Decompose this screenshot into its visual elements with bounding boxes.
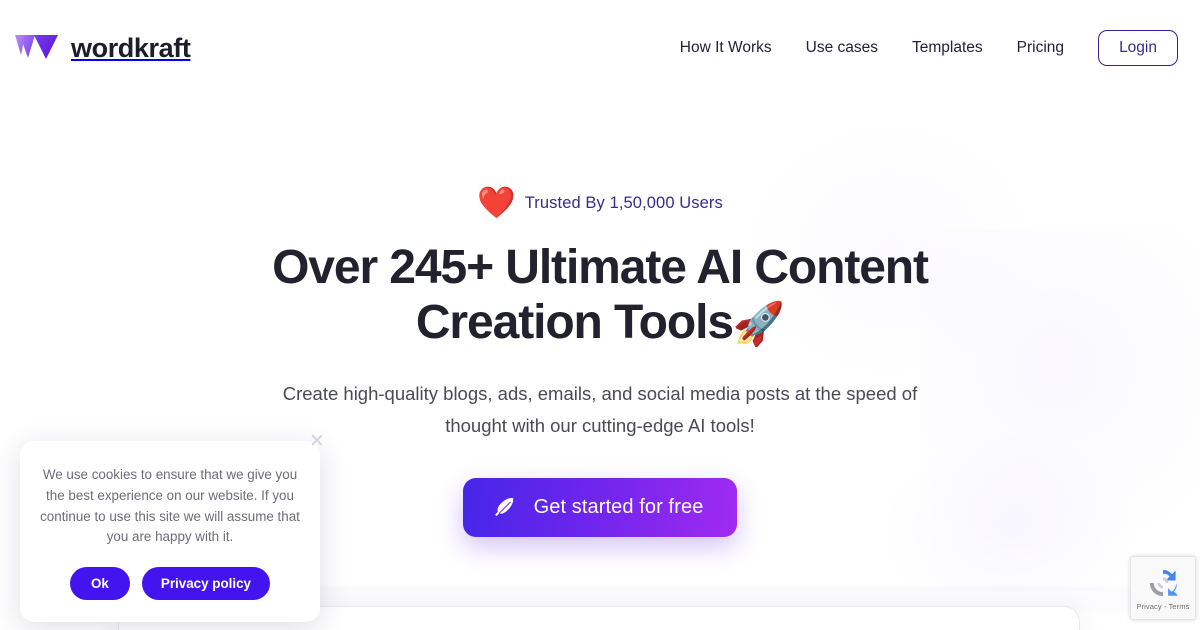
feather-icon — [493, 495, 518, 520]
headline-text: Over 245+ Ultimate AI Content Creation T… — [272, 241, 929, 349]
brand-logo-link[interactable]: wordkraft — [14, 32, 191, 64]
wordkraft-w-logo-icon — [14, 33, 60, 63]
close-icon[interactable]: ✕ — [304, 429, 330, 455]
nav-link-templates[interactable]: Templates — [912, 39, 983, 57]
nav-link-how-it-works[interactable]: How It Works — [680, 39, 772, 57]
brand-name: wordkraft — [71, 32, 191, 63]
nav-link-pricing[interactable]: Pricing — [1017, 39, 1064, 57]
login-button[interactable]: Login — [1098, 30, 1178, 66]
page-title: Over 245+ Ultimate AI Content Creation T… — [185, 241, 1015, 350]
heart-icon: ❤️ — [477, 185, 516, 220]
nav-link-use-cases[interactable]: Use cases — [806, 39, 878, 57]
trust-badge: ❤️ Trusted By 1,50,000 Users — [0, 185, 1200, 220]
cookie-message: We use cookies to ensure that we give yo… — [40, 467, 300, 545]
cookie-actions: Ok Privacy policy — [40, 567, 300, 601]
main-navigation: How It Works Use cases Templates Pricing… — [680, 30, 1178, 66]
get-started-button-label: Get started for free — [533, 496, 704, 519]
page-root: wordkraft How It Works Use cases Templat… — [0, 0, 1200, 630]
cookie-ok-button[interactable]: Ok — [70, 567, 130, 601]
recaptcha-label: Privacy - Terms — [1136, 601, 1190, 611]
recaptcha-badge[interactable]: Privacy - Terms — [1130, 556, 1196, 620]
trust-badge-label: Trusted By 1,50,000 Users — [524, 194, 723, 212]
recaptcha-logo-icon — [1146, 566, 1180, 600]
cookie-privacy-policy-button[interactable]: Privacy policy — [141, 567, 270, 601]
site-header: wordkraft How It Works Use cases Templat… — [0, 0, 1200, 96]
get-started-button[interactable]: Get started for free — [462, 478, 738, 538]
cookie-consent-banner: ✕ We use cookies to ensure that we give … — [20, 431, 325, 623]
rocket-icon: 🚀 — [732, 299, 785, 347]
hero-subtitle: Create high-quality blogs, ads, emails, … — [282, 383, 918, 437]
